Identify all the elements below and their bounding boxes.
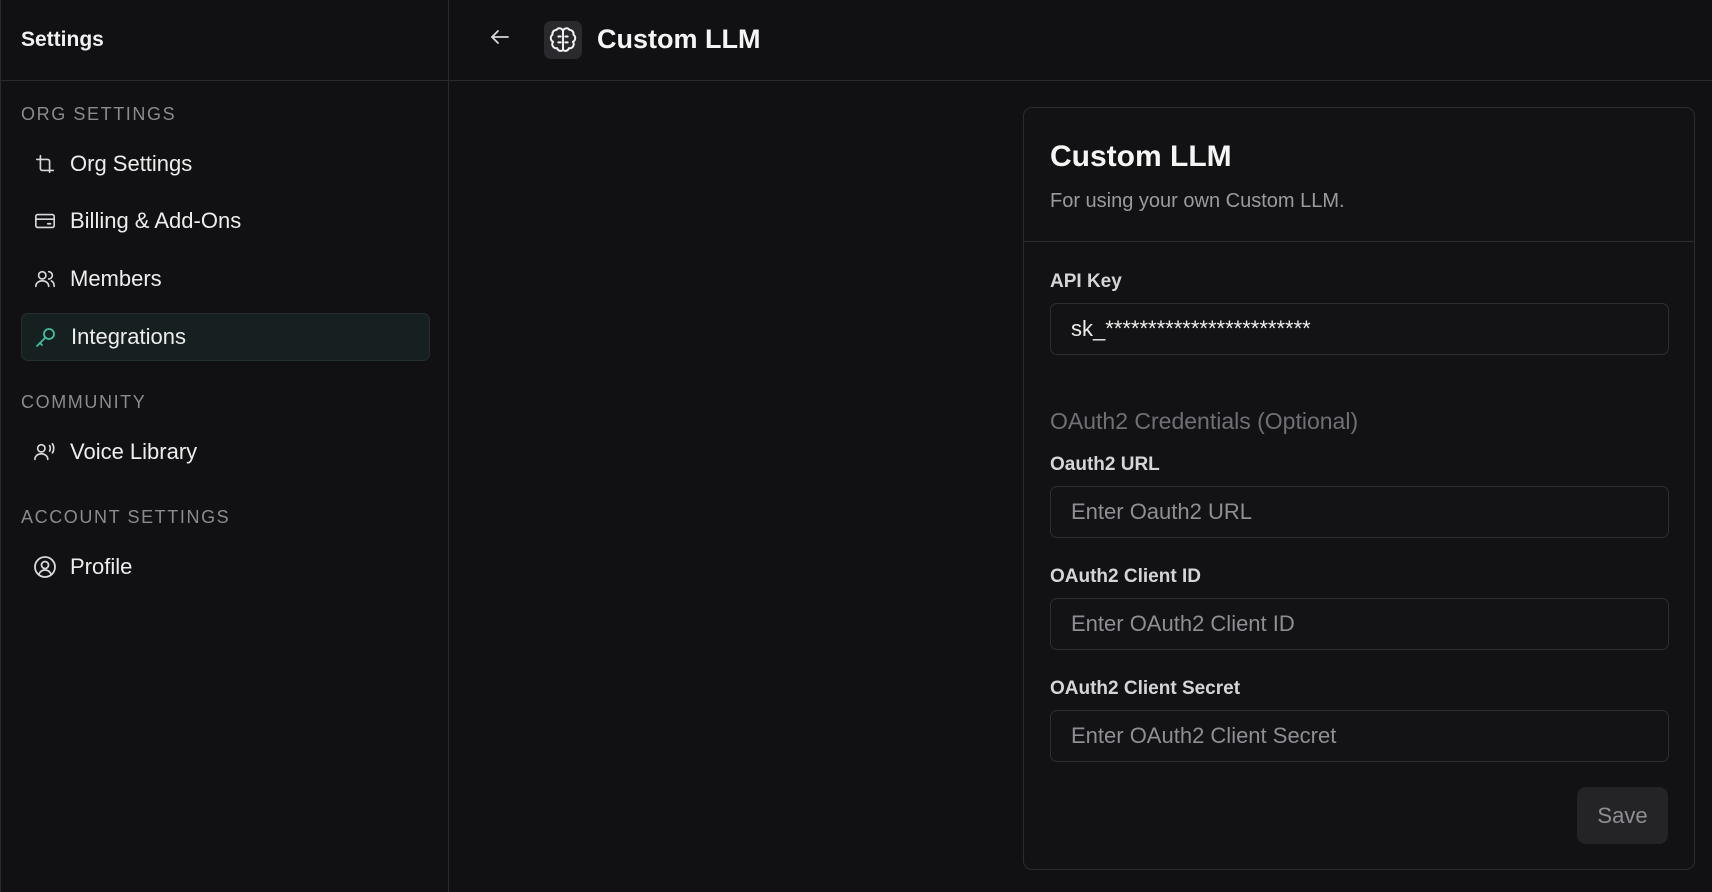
save-button[interactable]: Save xyxy=(1577,787,1668,844)
section-label-org-settings: ORG SETTINGS xyxy=(21,104,177,124)
sidebar-item-billing[interactable]: Billing & Add-Ons xyxy=(21,197,430,245)
users-icon xyxy=(32,266,58,292)
oauth2-client-secret-label: OAuth2 Client Secret xyxy=(1050,678,1241,699)
key-icon xyxy=(33,324,59,350)
section-label-community: COMMUNITY xyxy=(21,392,147,412)
oauth-section-title: OAuth2 Credentials (Optional) xyxy=(1050,408,1359,434)
api-key-label: API Key xyxy=(1050,271,1122,292)
sidebar-item-voice-library[interactable]: Voice Library xyxy=(21,428,430,476)
voice-user-icon xyxy=(32,439,58,465)
sidebar-item-members[interactable]: Members xyxy=(21,255,430,303)
org-settings-icon xyxy=(32,151,58,177)
settings-sidebar: Settings ORG SETTINGS Org Settings Billi… xyxy=(0,0,449,892)
arrow-left-icon xyxy=(488,25,512,54)
sidebar-item-profile[interactable]: Profile xyxy=(21,543,430,591)
sidebar-item-label: Org Settings xyxy=(70,151,193,176)
page-header: Custom LLM xyxy=(449,0,1712,81)
oauth2-client-secret-input[interactable] xyxy=(1050,710,1669,762)
sidebar-item-label: Members xyxy=(70,266,162,291)
sidebar-item-label: Profile xyxy=(70,554,133,579)
back-button[interactable] xyxy=(485,24,515,54)
card-title: Custom LLM xyxy=(1050,140,1232,173)
oauth2-url-input[interactable] xyxy=(1050,486,1669,538)
sidebar-header: Settings xyxy=(1,0,448,81)
sidebar-title: Settings xyxy=(21,28,104,51)
api-key-input[interactable] xyxy=(1050,303,1669,355)
oauth2-url-label: Oauth2 URL xyxy=(1050,454,1160,475)
sidebar-item-integrations[interactable]: Integrations xyxy=(21,313,430,361)
sidebar-item-label: Integrations xyxy=(71,324,186,349)
sidebar-item-org-settings[interactable]: Org Settings xyxy=(21,140,430,188)
sidebar-item-label: Billing & Add-Ons xyxy=(70,208,242,233)
oauth2-client-id-input[interactable] xyxy=(1050,598,1669,650)
sidebar-item-label: Voice Library xyxy=(70,439,198,464)
page-title: Custom LLM xyxy=(597,24,761,54)
user-circle-icon xyxy=(32,554,58,580)
custom-llm-card: Custom LLM For using your own Custom LLM… xyxy=(1023,107,1695,870)
section-label-account-settings: ACCOUNT SETTINGS xyxy=(21,507,231,527)
brain-icon xyxy=(544,21,582,59)
oauth2-client-id-label: OAuth2 Client ID xyxy=(1050,566,1201,587)
card-header: Custom LLM For using your own Custom LLM… xyxy=(1024,108,1694,242)
card-subtitle: For using your own Custom LLM. xyxy=(1050,190,1345,212)
credit-card-icon xyxy=(32,208,58,234)
